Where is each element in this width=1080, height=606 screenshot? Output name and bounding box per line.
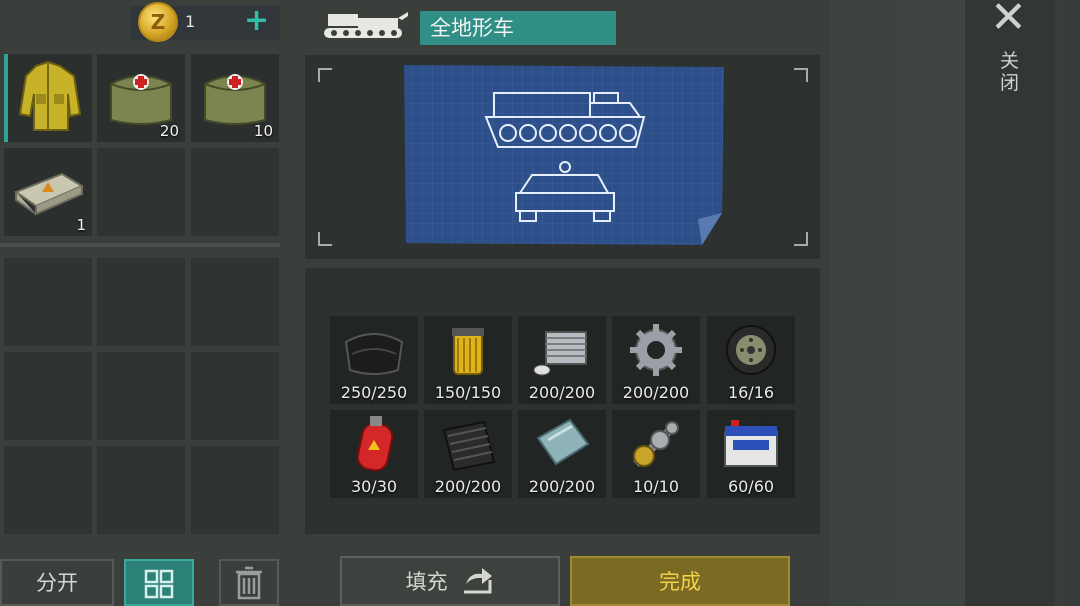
material-slot[interactable]: 250/250 <box>330 316 418 404</box>
inventory-slot[interactable]: 1 <box>4 148 92 236</box>
storage-slot[interactable] <box>4 352 92 440</box>
storage-slot[interactable] <box>4 446 92 534</box>
fill-label: 填充 <box>405 570 448 594</box>
inventory-slot[interactable]: 10 <box>191 54 279 142</box>
blueprint-image <box>404 65 724 245</box>
storage-slot[interactable] <box>97 446 185 534</box>
coin-icon: Z <box>138 2 178 42</box>
engine-cylinder-icon <box>533 331 587 376</box>
material-quantity: 250/250 <box>340 383 408 402</box>
material-quantity: 10/10 <box>632 477 680 496</box>
material-slot[interactable]: 10/10 <box>612 410 700 498</box>
material-slot[interactable]: 30/30 <box>330 410 418 498</box>
oil-filter-icon <box>452 328 484 375</box>
rubber-track-icon <box>442 420 496 472</box>
frame-corner <box>794 68 808 82</box>
storage-slot[interactable] <box>191 258 279 346</box>
yellow-jacket-icon <box>18 60 82 131</box>
material-quantity: 200/200 <box>622 383 690 402</box>
split-button[interactable]: 分开 <box>0 559 114 606</box>
material-slot[interactable]: 60/60 <box>707 410 795 498</box>
vehicle-title: 全地形车 <box>420 11 616 45</box>
storage-slot[interactable] <box>97 352 185 440</box>
delete-button[interactable] <box>219 559 279 606</box>
material-quantity: 60/60 <box>727 477 775 496</box>
close-icon[interactable]: ✕ <box>990 0 1027 40</box>
storage-slot[interactable] <box>191 446 279 534</box>
wheel-icon <box>726 325 776 375</box>
material-quantity: 150/150 <box>434 383 502 402</box>
gas-cylinder-icon <box>356 416 394 472</box>
material-slot[interactable]: 150/150 <box>424 316 512 404</box>
inventory-slot[interactable] <box>97 148 185 236</box>
complete-button[interactable]: 完成 <box>570 556 790 606</box>
trash-icon <box>236 566 262 600</box>
material-quantity: 30/30 <box>350 477 398 496</box>
frame-corner <box>794 232 808 246</box>
material-slot[interactable]: 200/200 <box>518 410 606 498</box>
frame-corner <box>318 68 332 82</box>
material-quantity: 200/200 <box>434 477 502 496</box>
storage-slot[interactable] <box>4 258 92 346</box>
grid-sort-icon <box>144 569 174 599</box>
inventory-slot[interactable]: 20 <box>97 54 185 142</box>
fill-button[interactable]: 填充 <box>340 556 560 606</box>
add-coins-button[interactable]: + <box>244 6 269 36</box>
storage-slot[interactable] <box>97 258 185 346</box>
battery-icon <box>724 420 778 467</box>
material-quantity: 16/16 <box>727 383 775 402</box>
inventory-slot[interactable] <box>4 54 92 142</box>
material-quantity: 200/200 <box>528 477 596 496</box>
item-count: 1 <box>76 216 86 234</box>
atv-vehicle-icon <box>324 12 408 38</box>
inventory-slot[interactable] <box>191 148 279 236</box>
gear-icon <box>630 324 682 376</box>
leather-icon <box>344 333 404 375</box>
coin-count: 1 <box>185 12 196 31</box>
material-slot[interactable]: 200/200 <box>518 316 606 404</box>
close-label[interactable]: 关闭 <box>1000 50 1024 94</box>
material-slot[interactable]: 16/16 <box>707 316 795 404</box>
material-slot[interactable]: 200/200 <box>612 316 700 404</box>
metal-sheet-icon <box>536 418 590 466</box>
storage-slot[interactable] <box>191 352 279 440</box>
sort-button[interactable] <box>124 559 194 606</box>
fill-arrow-icon <box>464 568 493 594</box>
inventory-divider <box>0 243 280 247</box>
item-count: 20 <box>159 122 179 140</box>
transmission-shaft-icon <box>633 421 679 467</box>
material-slot[interactable]: 200/200 <box>424 410 512 498</box>
item-count: 10 <box>253 122 273 140</box>
frame-corner <box>318 232 332 246</box>
material-quantity: 200/200 <box>528 383 596 402</box>
